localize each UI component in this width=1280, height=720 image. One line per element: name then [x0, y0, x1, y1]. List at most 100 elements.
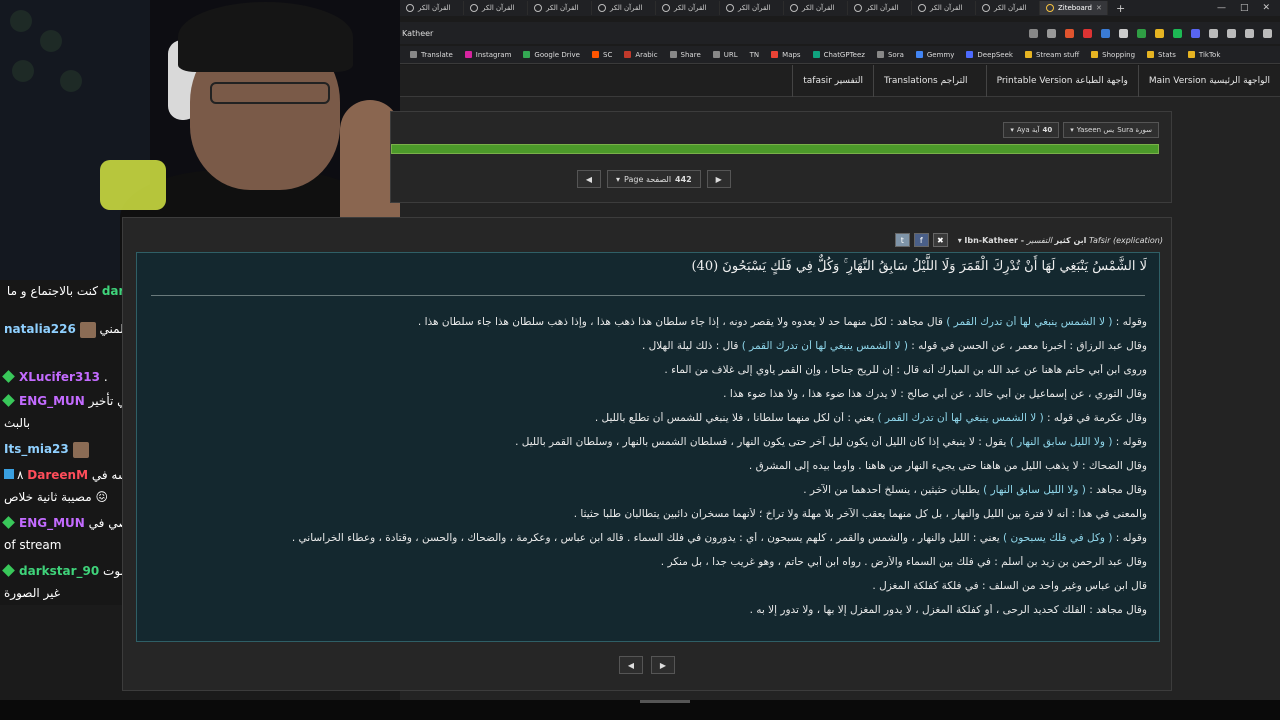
extension-icon[interactable] — [1101, 28, 1110, 38]
alert-icon[interactable] — [1083, 28, 1092, 38]
link-icon — [712, 51, 720, 58]
tafsir-line: وقال مجاهد : الفلك كحديد الرحى ، أو كفلك… — [147, 604, 1147, 628]
close-window-button[interactable]: ✕ — [1262, 3, 1270, 13]
avatar — [79, 321, 96, 338]
badge-icon — [2, 370, 15, 383]
browser-tab[interactable]: القرآن الكر — [976, 1, 1040, 15]
document-icon — [918, 4, 926, 12]
twitter-share-icon[interactable]: t — [894, 233, 910, 247]
chevron-down-icon: ▾ — [1070, 126, 1074, 134]
bookmark-share[interactable]: Share — [669, 50, 701, 59]
bookmark-stats[interactable]: Stats — [1147, 51, 1176, 59]
browser-tab[interactable]: القرآن الكر — [848, 1, 912, 15]
menu-printable-version[interactable]: Printable Version واجهة الطباعة — [985, 64, 1138, 97]
bookmark-tiktok[interactable]: TikTok — [1187, 51, 1220, 59]
tab-bar: القرآن الكر القرآن الكر القرآن الكر القر… — [400, 0, 1280, 16]
facebook-share-icon[interactable]: f — [913, 233, 929, 247]
bookmark-sc[interactable]: SC — [592, 51, 612, 59]
wall-decor — [10, 10, 32, 32]
minimize-button[interactable]: — — [1217, 3, 1226, 13]
arabic-icon — [624, 51, 632, 58]
bookmark-arabic[interactable]: Arabic — [624, 51, 658, 59]
progress-fill — [392, 145, 1158, 153]
globe-icon — [790, 4, 798, 12]
bookmark-shopping[interactable]: Shopping — [1091, 51, 1135, 59]
tafsir-line-text: يعني : أن لكل منهما سلطانا ، فلا ينبغي ل… — [594, 412, 878, 424]
aya-select[interactable]: ▾ Aya آية 40 — [1003, 122, 1060, 138]
browser-tab[interactable]: القرآن الكر — [592, 1, 656, 15]
browser-tab-active[interactable]: Ziteboard ✕ — [1040, 1, 1108, 15]
bookmark-instagram[interactable]: Instagram — [464, 51, 511, 59]
close-icon[interactable]: ✖ — [932, 233, 948, 247]
quran-quote: ( لا الشمس ينبغي لها أن تدرك القمر ) — [741, 340, 908, 352]
browser-tab[interactable]: القرآن الكر — [656, 1, 720, 15]
bookmark-url[interactable]: URL — [712, 51, 738, 59]
brave-icon[interactable] — [1065, 28, 1074, 38]
menu-translations[interactable]: Translations التراجم — [872, 64, 978, 97]
bookmark-sora[interactable]: Sora — [876, 51, 904, 59]
chat-username: darkstar_90 — [19, 564, 100, 578]
bookmark-deepseek[interactable]: DeepSeek — [966, 51, 1013, 59]
quran-quote: ( لا الشمس ينبغي لها أن تدرك القمر ) — [877, 412, 1044, 424]
globe-icon — [534, 4, 542, 12]
tafsir-line-text: والمعنى في هذا : أنه لا فترة بين الليل و… — [573, 508, 1147, 520]
browser-tab[interactable]: القرآن الكر — [784, 1, 848, 15]
chat-badge: ٨ — [17, 468, 24, 482]
tafsir-line-text: وقوله : — [1112, 436, 1147, 448]
page-select[interactable]: ▾ Page الصفحة 442 — [607, 170, 701, 188]
tafsir-line-text: وروى ابن أبي حاتم هاهنا عن عبد الله بن ا… — [664, 364, 1147, 376]
quran-page: tafasir التفسير Translations التراجم Pri… — [122, 64, 1280, 720]
tab-title: القرآن الكر — [482, 4, 515, 12]
menu-main-version[interactable]: Main Version الواجهة الرئيسية — [1137, 64, 1280, 97]
globe-icon — [598, 4, 606, 12]
bookmark-tn[interactable]: TN — [750, 51, 760, 59]
close-tab-icon[interactable]: ✕ — [1096, 4, 1102, 12]
translate-icon[interactable] — [1029, 28, 1038, 38]
tab-title: القرآن الكر — [418, 4, 451, 12]
music-icon[interactable] — [1209, 28, 1218, 38]
bookmark-chatgpt[interactable]: ChatGPTeez — [812, 51, 865, 59]
puzzle-icon[interactable] — [1227, 28, 1236, 38]
sidebar-icon[interactable] — [1245, 28, 1254, 38]
bookmark-translate[interactable]: Translate — [410, 51, 453, 59]
new-tab-button[interactable]: + — [1108, 2, 1133, 15]
browser-tab[interactable]: القرآن الكر — [528, 1, 592, 15]
star-icon[interactable] — [1047, 28, 1056, 38]
bookmark-label: Share — [680, 50, 701, 59]
folder-icon — [1147, 51, 1155, 58]
bookmark-maps[interactable]: Maps — [771, 51, 801, 59]
extension-icon[interactable] — [1155, 28, 1164, 38]
tab-title: القرآن الكر — [674, 4, 707, 12]
verse-text: لَا الشَّمْسُ يَنْبَغِي لَهَا أَنْ تُدْر… — [691, 259, 1147, 274]
sora-icon — [876, 51, 884, 58]
sura-label: Sura سورة — [1117, 126, 1152, 134]
tafsir-source-select[interactable]: ▾ Ibn-Katheer - ابن كثير التفسير Tafsir … — [958, 236, 1163, 245]
prev-page-button[interactable]: ◀ — [577, 170, 601, 188]
next-page-button[interactable]: ▶ — [706, 170, 731, 188]
browser-tab[interactable]: القرآن الكر — [720, 1, 784, 15]
extension-icon[interactable] — [1119, 28, 1128, 38]
screen: darkstar_90 كنت بالاجتماع و ما أجمعو nat… — [0, 0, 1280, 720]
tafsir-line-text: وقال عبد الرحمن بن زيد بن أسلم : في فلك … — [660, 556, 1147, 568]
extension-icon[interactable] — [1137, 28, 1146, 38]
prev-verse-button[interactable]: ◀ — [619, 656, 643, 674]
menu-tafsir[interactable]: tafasir التفسير — [792, 64, 873, 97]
url-input[interactable]: Katheer — [400, 29, 1029, 38]
sura-select[interactable]: ▾ Yaseen يس Sura سورة — [1063, 122, 1159, 138]
extension-icon[interactable] — [1173, 28, 1182, 38]
tafsir-line: وقال عبد الرحمن بن زيد بن أسلم : في فلك … — [147, 556, 1147, 580]
next-verse-button[interactable]: ▶ — [651, 656, 675, 674]
browser-tab[interactable]: القرآن الكر — [400, 1, 464, 15]
extension-icon[interactable] — [1191, 28, 1200, 38]
browser-tab[interactable]: القرآن الكر — [912, 1, 976, 15]
download-icon[interactable] — [1263, 28, 1272, 38]
soundcloud-icon — [592, 51, 599, 58]
browser-tab[interactable]: القرآن الكر — [464, 1, 528, 15]
bookmark-stream-stuff[interactable]: Stream stuff — [1024, 51, 1079, 59]
bookmark-gemmy[interactable]: Gemmy — [915, 51, 954, 59]
bookmark-google-drive[interactable]: Google Drive — [523, 51, 580, 59]
maximize-button[interactable]: □ — [1240, 3, 1249, 13]
tafsir-content: لَا الشَّمْسُ يَنْبَغِي لَهَا أَنْ تُدْر… — [136, 252, 1160, 642]
tafsir-line-text: وقوله : — [1112, 316, 1147, 328]
tab-title: القرآن الكر — [802, 4, 835, 12]
